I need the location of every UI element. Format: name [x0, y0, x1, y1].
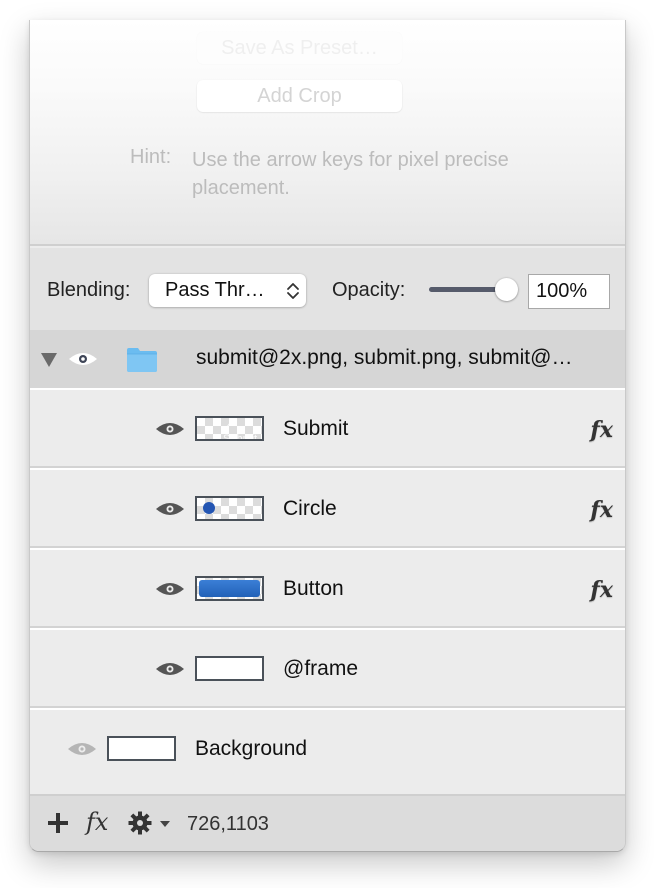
layer-row-circle[interactable]: Circle fx	[30, 468, 625, 548]
layer-thumbnail	[195, 496, 264, 521]
fx-icon[interactable]: fx	[86, 808, 108, 836]
layer-row-submit[interactable]: ✓ Submit Submit fx	[30, 388, 625, 468]
layer-name: Circle	[283, 497, 337, 520]
eye-icon[interactable]	[155, 580, 185, 598]
layer-group-name: submit@2x.png, submit.png, submit@…	[196, 346, 573, 369]
fx-icon[interactable]: fx	[590, 497, 613, 523]
blending-mode-value: Pass Thr…	[165, 279, 265, 301]
layers-footer-toolbar: fx 726,1103	[30, 794, 625, 851]
hint-text: Use the arrow keys for pixel precise pla…	[192, 149, 509, 199]
eye-icon[interactable]	[68, 350, 98, 368]
blending-label: Blending:	[47, 279, 131, 301]
up-down-chevron-icon	[287, 283, 299, 299]
folder-icon	[127, 348, 157, 372]
blending-mode-select[interactable]: Pass Thr…	[149, 274, 306, 307]
eye-icon[interactable]	[155, 660, 185, 678]
save-as-preset-button[interactable]: Save As Preset…	[197, 32, 402, 64]
eye-hidden-icon[interactable]	[67, 740, 97, 758]
layer-thumbnail	[195, 656, 264, 681]
layer-name: Background	[195, 737, 308, 760]
layers-panel: Save As Preset… Add Crop Hint: Use the a…	[29, 20, 626, 852]
add-crop-button[interactable]: Add Crop	[197, 80, 402, 112]
fx-icon[interactable]: fx	[590, 577, 613, 603]
layer-row-background[interactable]: Background	[30, 708, 625, 794]
opacity-slider-knob[interactable]	[495, 278, 518, 301]
layer-name: @frame	[283, 657, 358, 680]
layer-row-frame[interactable]: @frame	[30, 628, 625, 708]
chevron-down-icon[interactable]	[160, 821, 170, 827]
hint-label: Hint:	[130, 146, 172, 168]
layer-name: Button	[283, 577, 344, 600]
layer-row-button[interactable]: Button fx	[30, 548, 625, 628]
cursor-coordinates: 726,1103	[187, 813, 269, 835]
plus-icon[interactable]	[47, 812, 69, 834]
crop-section: Save As Preset… Add Crop Hint: Use the a…	[30, 20, 625, 246]
layer-thumbnail	[195, 576, 264, 601]
blue-dot-icon	[203, 502, 215, 514]
eye-icon[interactable]	[155, 420, 185, 438]
disclosure-triangle-icon[interactable]	[41, 353, 57, 367]
blending-toolbar: Blending: Pass Thr… Opacity: 100%	[30, 248, 625, 330]
eye-icon[interactable]	[155, 500, 185, 518]
layer-thumbnail	[107, 736, 176, 761]
layer-name: Submit	[283, 417, 349, 440]
opacity-slider[interactable]	[429, 278, 519, 302]
layer-group-row[interactable]: submit@2x.png, submit.png, submit@…	[30, 330, 625, 388]
opacity-input[interactable]: 100%	[528, 274, 610, 309]
layer-thumbnail: ✓ Submit	[195, 416, 264, 441]
blue-button-preview	[199, 580, 260, 597]
gear-icon[interactable]	[128, 811, 152, 835]
opacity-label: Opacity:	[332, 279, 406, 301]
fx-icon[interactable]: fx	[590, 417, 613, 443]
